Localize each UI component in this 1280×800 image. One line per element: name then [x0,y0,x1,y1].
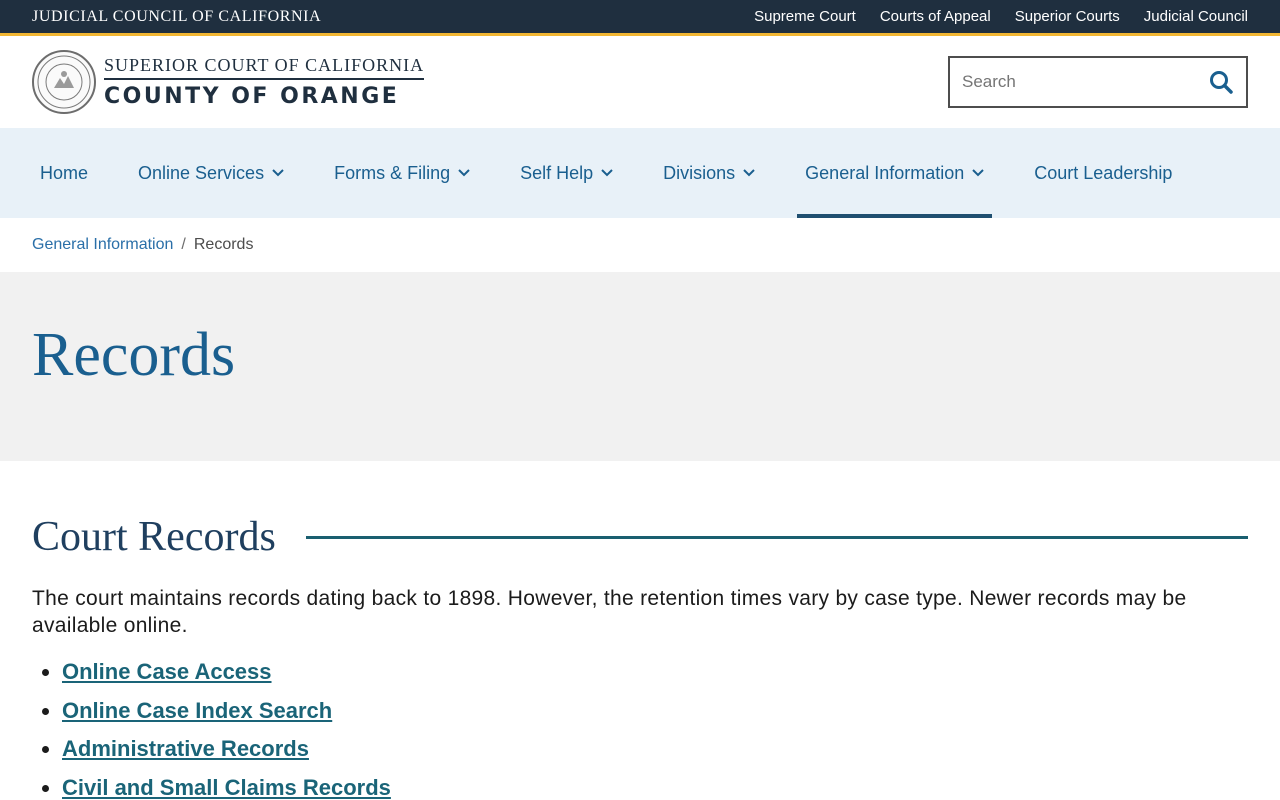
breadcrumb-current: Records [193,236,254,253]
page-title: Records [32,321,236,389]
nav-home-label: Home [40,162,89,183]
breadcrumb-separator: / [181,236,186,253]
nav-divisions-label: Divisions [663,162,736,183]
nav-forms-filing[interactable]: Forms & Filing [326,128,478,218]
nav-online-services-label: Online Services [138,162,265,183]
top-link-superior-courts[interactable]: Superior Courts [1015,8,1120,25]
logo-line-2: COUNTY OF ORANGE [104,84,400,109]
administrative-records-link[interactable]: Administrative Records [62,736,309,761]
list-item: Online Case Access [62,653,1248,692]
online-case-access-link[interactable]: Online Case Access [62,659,272,684]
nav-court-leadership-label: Court Leadership [1034,162,1173,183]
nav-general-information-label: General Information [805,162,965,183]
search-input[interactable] [962,72,1182,92]
page-hero: Records [0,272,1280,461]
breadcrumb: General Information / Records [0,218,1280,272]
nav-self-help-label: Self Help [520,162,594,183]
court-logo[interactable]: SUPERIOR COURT OF CALIFORNIA COUNTY OF O… [32,50,425,114]
chevron-down-icon [972,169,984,177]
top-links: Supreme Court Courts of Appeal Superior … [754,8,1248,25]
online-case-index-search-link[interactable]: Online Case Index Search [62,698,332,723]
chevron-down-icon [458,169,470,177]
nav-divisions[interactable]: Divisions [655,128,763,218]
search-box [948,56,1248,108]
nav-home[interactable]: Home [32,128,96,218]
logo-line-1: SUPERIOR COURT OF CALIFORNIA [104,55,425,80]
list-item: Civil and Small Claims Records [62,769,1248,800]
breadcrumb-parent-link[interactable]: General Information [32,236,173,254]
site-header: SUPERIOR COURT OF CALIFORNIA COUNTY OF O… [0,36,1280,128]
section-heading: Court Records [32,514,276,560]
top-link-supreme-court[interactable]: Supreme Court [754,8,856,25]
list-item: Administrative Records [62,730,1248,769]
nav-self-help[interactable]: Self Help [512,128,621,218]
court-seal-icon [32,50,96,114]
civil-small-claims-records-link[interactable]: Civil and Small Claims Records [62,775,391,800]
top-link-judicial-council[interactable]: Judicial Council [1144,8,1248,25]
main-navigation: Home Online Services Forms & Filing Self… [0,128,1280,218]
nav-general-information[interactable]: General Information [797,128,993,218]
list-item: Online Case Index Search [62,692,1248,731]
judicial-council-brand[interactable]: JUDICIAL COUNCIL OF CALIFORNIA [32,8,321,26]
records-links-list: Online Case Access Online Case Index Sea… [32,653,1248,800]
section-header: Court Records [32,513,1248,561]
logo-text: SUPERIOR COURT OF CALIFORNIA COUNTY OF O… [104,55,425,109]
top-link-courts-of-appeal[interactable]: Courts of Appeal [880,8,991,25]
section-intro: The court maintains records dating back … [32,587,1187,637]
chevron-down-icon [601,169,613,177]
main-content: Court Records The court maintains record… [0,461,1280,800]
nav-forms-filing-label: Forms & Filing [334,162,451,183]
top-utility-bar: JUDICIAL COUNCIL OF CALIFORNIA Supreme C… [0,0,1280,36]
section-divider [305,535,1248,539]
chevron-down-icon [743,169,755,177]
chevron-down-icon [272,169,284,177]
nav-online-services[interactable]: Online Services [130,128,292,218]
nav-court-leadership[interactable]: Court Leadership [1026,128,1180,218]
search-icon[interactable] [1208,69,1234,95]
